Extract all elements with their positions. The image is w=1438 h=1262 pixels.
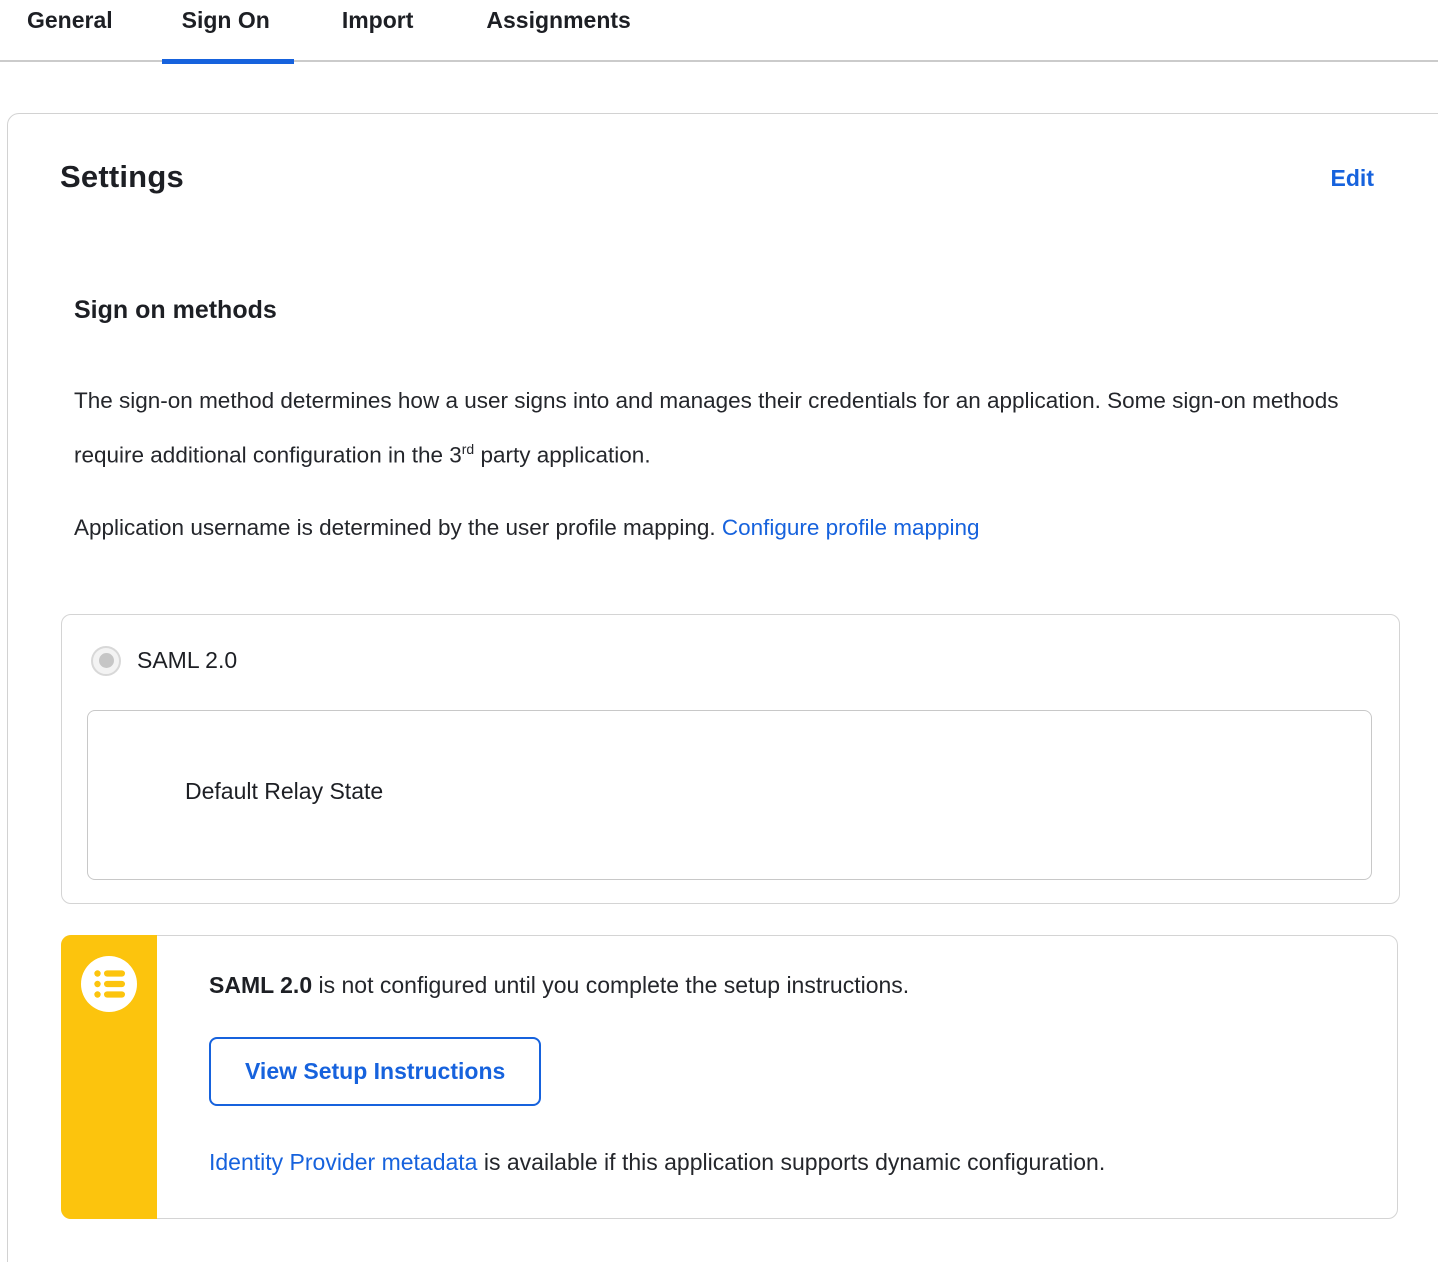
description-text-2: party application. — [474, 442, 651, 468]
saml-radio-row: SAML 2.0 — [62, 615, 1399, 676]
tab-assignments[interactable]: Assignments — [486, 0, 630, 62]
list-icon — [61, 955, 157, 1013]
view-setup-instructions-button[interactable]: View Setup Instructions — [209, 1036, 542, 1106]
callout-message-text: is not configured until you complete the… — [312, 971, 910, 998]
saml-radio-button[interactable] — [91, 645, 121, 676]
sign-on-methods-heading: Sign on methods — [74, 296, 277, 324]
saml-radio-label: SAML 2.0 — [137, 647, 238, 673]
application-username-note: Application username is determined by th… — [74, 504, 1361, 552]
metadata-note-text: is available if this application support… — [477, 1148, 1106, 1175]
default-relay-state-box: Default Relay State — [87, 709, 1372, 880]
app-tabbar: General Sign On Import Assignments — [0, 0, 1438, 64]
identity-provider-metadata-link[interactable]: Identity Provider metadata — [209, 1149, 477, 1175]
tab-sign-on[interactable]: Sign On — [161, 0, 295, 64]
callout-message-bold: SAML 2.0 — [209, 971, 313, 998]
description-text-1: The sign-on method determines how a user… — [74, 388, 1339, 468]
metadata-note: Identity Provider metadata is available … — [209, 1146, 1357, 1178]
default-relay-state-label: Default Relay State — [185, 777, 384, 804]
tab-import[interactable]: Import — [342, 0, 414, 62]
configure-profile-mapping-link[interactable]: Configure profile mapping — [722, 515, 980, 540]
saml-option-box: SAML 2.0 Default Relay State — [61, 613, 1400, 904]
sign-on-methods-description: The sign-on method determines how a user… — [74, 377, 1361, 480]
description-superscript: rd — [461, 441, 475, 457]
settings-card: Settings Edit Sign on methods The sign-o… — [7, 113, 1438, 1262]
tab-general[interactable]: General — [27, 0, 113, 62]
edit-link[interactable]: Edit — [1331, 165, 1374, 192]
saml-setup-callout: SAML 2.0 is not configured until you com… — [61, 934, 1398, 1219]
callout-content: SAML 2.0 is not configured until you com… — [62, 936, 1397, 1218]
callout-message: SAML 2.0 is not configured until you com… — [209, 969, 1357, 1001]
settings-card-header: Settings Edit — [60, 159, 1374, 195]
page-title: Settings — [60, 159, 184, 194]
callout-accent-stripe — [61, 934, 157, 1219]
username-note-text: Application username is determined by th… — [74, 514, 722, 540]
